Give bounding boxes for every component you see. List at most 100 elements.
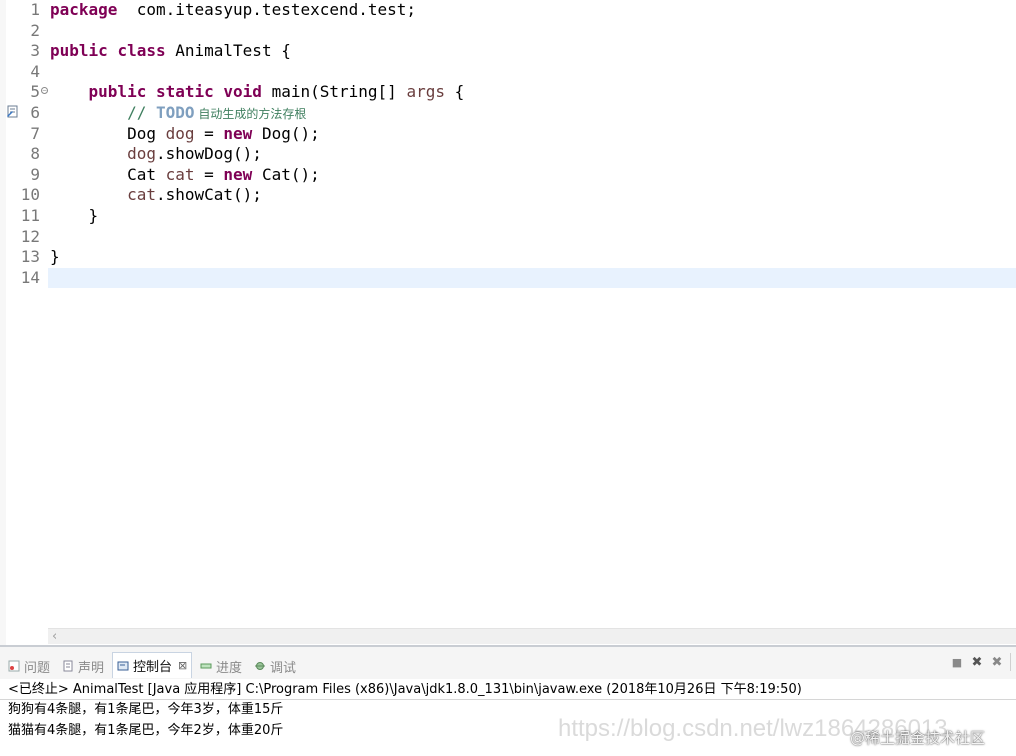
terminated-status: <已终止> AnimalTest [Java 应用程序] C:\Program …	[0, 680, 1016, 700]
line-number: 5	[30, 82, 40, 102]
line-number: 11	[20, 206, 40, 225]
code-token: }	[50, 247, 60, 267]
terminate-button[interactable]: ■	[950, 655, 964, 669]
variable-token: dog	[165, 123, 195, 143]
tab-label: 声明	[78, 660, 105, 676]
code-line[interactable]: 14	[0, 268, 1016, 288]
console-tab-bar: 问题 声明 控制台 ⊠ 进度 调试 ■ ✖ ✖	[0, 647, 1016, 679]
comment-token: //	[50, 103, 156, 122]
code-token: {	[444, 82, 465, 102]
keyword-token: new	[223, 123, 253, 143]
code-line[interactable]: 3 public class AnimalTest {	[0, 41, 1016, 61]
tab-progress[interactable]: 进度	[200, 655, 242, 677]
console-output-line: 狗狗有4条腿，有1条尾巴，今年3岁，体重15斤	[8, 702, 284, 717]
code-text: public static void main(String[] args {	[50, 82, 465, 102]
code-token: =	[194, 123, 224, 143]
code-text: // TODO 自动生成的方法存根	[50, 103, 306, 124]
code-line[interactable]: 12	[0, 227, 1016, 247]
code-text: dog.showDog();	[50, 144, 262, 164]
keyword-token: void	[223, 82, 262, 102]
keyword-token: public	[88, 82, 147, 102]
variable-token: cat	[50, 185, 156, 205]
code-text: Cat cat = new Cat();	[50, 165, 320, 185]
code-text: }	[50, 206, 99, 226]
variable-token: dog	[50, 144, 156, 164]
tab-console[interactable]: 控制台 ⊠	[112, 652, 193, 678]
line-number: 14	[20, 267, 40, 287]
line-number: 1	[30, 0, 40, 19]
line-number: 13	[20, 247, 40, 267]
code-line[interactable]: 5 public static void main(String[] args …	[0, 82, 1016, 102]
variable-token: cat	[165, 164, 195, 184]
tab-declaration[interactable]: 声明	[62, 655, 104, 677]
code-text: package com.iteasyup.testexcend.test;	[50, 0, 416, 20]
code-line[interactable]: 7 Dog dog = new Dog();	[0, 124, 1016, 144]
code-token: Cat();	[252, 164, 320, 184]
tab-debug[interactable]: 调试	[254, 655, 296, 677]
code-editor[interactable]: − 1 package com.iteasyup.testexcend.test;…	[0, 0, 1016, 646]
code-line[interactable]: 10 cat.showCat();	[0, 185, 1016, 205]
keyword-token: public	[50, 41, 108, 61]
remove-launch-button[interactable]: ✖	[970, 655, 984, 670]
console-panel: 问题 声明 控制台 ⊠ 进度 调试 ■ ✖ ✖ <已终止> AnimalTest…	[0, 647, 1016, 756]
console-output-line: 猫猫有4条腿，有1条尾巴，今年2岁，体重20斤	[8, 723, 284, 738]
tab-problems[interactable]: 问题	[8, 655, 50, 677]
variable-token: args	[406, 82, 445, 102]
code-token: AnimalTest {	[165, 41, 291, 61]
horizontal-scrollbar[interactable]: ‹	[48, 628, 1016, 644]
code-text: Dog dog = new Dog();	[50, 124, 320, 144]
console-icon	[117, 661, 129, 670]
code-text: public class AnimalTest {	[50, 41, 291, 61]
tab-label: 调试	[270, 660, 297, 676]
code-token: Dog	[50, 123, 166, 143]
todo-token: TODO	[155, 103, 195, 122]
line-number: 4	[30, 61, 40, 81]
code-line[interactable]: 4	[0, 62, 1016, 82]
line-number: 10	[20, 185, 40, 205]
debug-icon	[255, 662, 265, 670]
progress-icon	[200, 663, 212, 669]
code-line[interactable]: 8 dog.showDog();	[0, 144, 1016, 164]
declaration-icon	[63, 660, 73, 672]
scroll-left-icon[interactable]: ‹	[52, 629, 57, 645]
juejin-watermark: @稀土掘金技术社区	[850, 729, 986, 747]
code-token: .showDog();	[155, 144, 262, 164]
tab-label: 进度	[216, 660, 243, 676]
code-line[interactable]: 11 }	[0, 206, 1016, 226]
keyword-token: package	[50, 0, 118, 19]
code-token: =	[194, 164, 224, 184]
code-token: .showCat();	[155, 185, 262, 205]
line-number: 2	[30, 20, 40, 40]
line-number: 3	[30, 41, 40, 61]
keyword-token: class	[117, 41, 166, 61]
keyword-token: static	[155, 82, 214, 102]
line-number: 9	[30, 164, 40, 184]
code-token: }	[50, 206, 99, 225]
comment-token: 自动生成的方法存根	[194, 107, 307, 121]
toolbar-separator	[1010, 653, 1011, 671]
code-line[interactable]: 6 // TODO 自动生成的方法存根	[0, 103, 1016, 123]
code-line[interactable]: 9 Cat cat = new Cat();	[0, 165, 1016, 185]
code-token: com.iteasyup.testexcend.test;	[117, 0, 417, 19]
code-line[interactable]: 1 package com.iteasyup.testexcend.test;	[0, 0, 1016, 20]
code-text: cat.showCat();	[50, 185, 262, 205]
line-number: 8	[30, 144, 40, 164]
close-icon[interactable]: ⊠	[178, 659, 187, 672]
code-line[interactable]: 2	[0, 21, 1016, 41]
keyword-token: new	[223, 164, 253, 184]
code-token: Cat	[50, 164, 166, 184]
code-token: Dog();	[252, 123, 320, 143]
code-line[interactable]: 13}	[0, 247, 1016, 267]
line-number: 6	[30, 103, 40, 122]
line-number: 12	[20, 226, 40, 246]
tab-label: 控制台	[133, 660, 173, 675]
problems-icon	[8, 660, 20, 672]
tab-label: 问题	[24, 660, 51, 676]
remove-all-terminated-button[interactable]: ✖	[990, 655, 1004, 670]
line-number: 7	[30, 123, 40, 143]
code-token: main(String[]	[261, 82, 407, 102]
